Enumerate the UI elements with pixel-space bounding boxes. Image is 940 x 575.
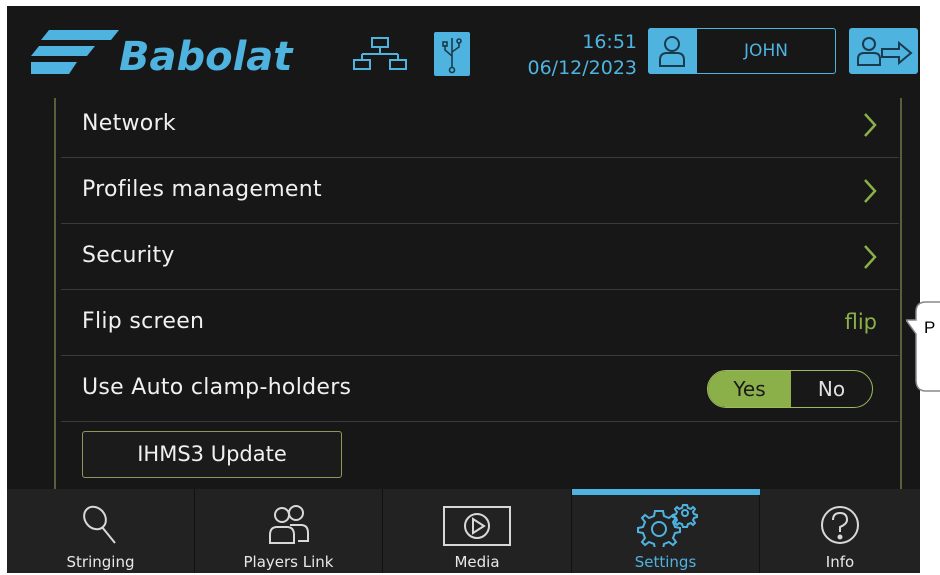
- tab-label: Stringing: [66, 553, 135, 571]
- tab-label: Media: [454, 553, 500, 571]
- ihms3-update-button[interactable]: IHMS3 Update: [82, 431, 342, 478]
- babolat-logo: Babolat: [31, 30, 294, 78]
- user-name[interactable]: JOHN: [697, 28, 835, 74]
- settings-row-flip-screen[interactable]: Flip screen flip: [61, 290, 899, 356]
- tab-settings[interactable]: Settings: [572, 489, 760, 573]
- network-icon: [353, 37, 407, 70]
- user-icon: [659, 36, 685, 67]
- chevron-right-icon: [864, 245, 877, 269]
- flip-button[interactable]: flip: [845, 290, 877, 356]
- bottom-nav: Stringing Players Link Media Settings In…: [7, 489, 920, 573]
- gears-icon: [636, 504, 698, 547]
- toggle-yes-option[interactable]: Yes: [708, 371, 791, 407]
- clock-date: 06/12/2023: [527, 57, 637, 79]
- brand-name: Babolat: [119, 34, 294, 78]
- chevron-right-icon: [864, 113, 877, 137]
- usb-icon: [434, 32, 470, 76]
- row-label: Network: [82, 111, 176, 136]
- toggle-no-option[interactable]: No: [791, 371, 872, 407]
- row-label: Flip screen: [82, 309, 205, 334]
- tab-players-link[interactable]: Players Link: [195, 489, 383, 573]
- tab-label: Settings: [634, 553, 697, 571]
- tab-stringing[interactable]: Stringing: [7, 489, 195, 573]
- row-label: Security: [82, 243, 175, 268]
- settings-row-network[interactable]: Network: [61, 92, 899, 158]
- settings-row-auto-clamp: Use Auto clamp-holders Yes No: [61, 356, 899, 422]
- tab-info[interactable]: Info: [760, 489, 920, 573]
- racket-icon: [82, 505, 116, 544]
- settings-row-profiles[interactable]: Profiles management: [61, 158, 899, 224]
- tab-label: Players Link: [243, 553, 334, 571]
- device-screen: Babolat 16:51 06/12/2023 JOHN Network Pr…: [7, 6, 920, 573]
- chevron-right-icon: [864, 179, 877, 203]
- row-label: Profiles management: [82, 177, 322, 202]
- tab-media[interactable]: Media: [383, 489, 572, 573]
- user-logout-icon: [857, 37, 913, 66]
- logout-button[interactable]: [849, 28, 918, 74]
- user-button[interactable]: [648, 28, 697, 74]
- tab-label: Info: [825, 553, 855, 571]
- clock-time: 16:51: [582, 31, 637, 53]
- callout-bubble: [906, 301, 940, 392]
- question-icon: [821, 506, 859, 544]
- active-tab-indicator: [572, 489, 760, 495]
- play-icon: [443, 506, 511, 546]
- players-icon: [268, 505, 309, 544]
- settings-row-security[interactable]: Security: [61, 224, 899, 290]
- callout-text: P: [924, 318, 936, 337]
- row-label: Use Auto clamp-holders: [82, 375, 352, 400]
- auto-clamp-toggle[interactable]: Yes No: [707, 370, 873, 408]
